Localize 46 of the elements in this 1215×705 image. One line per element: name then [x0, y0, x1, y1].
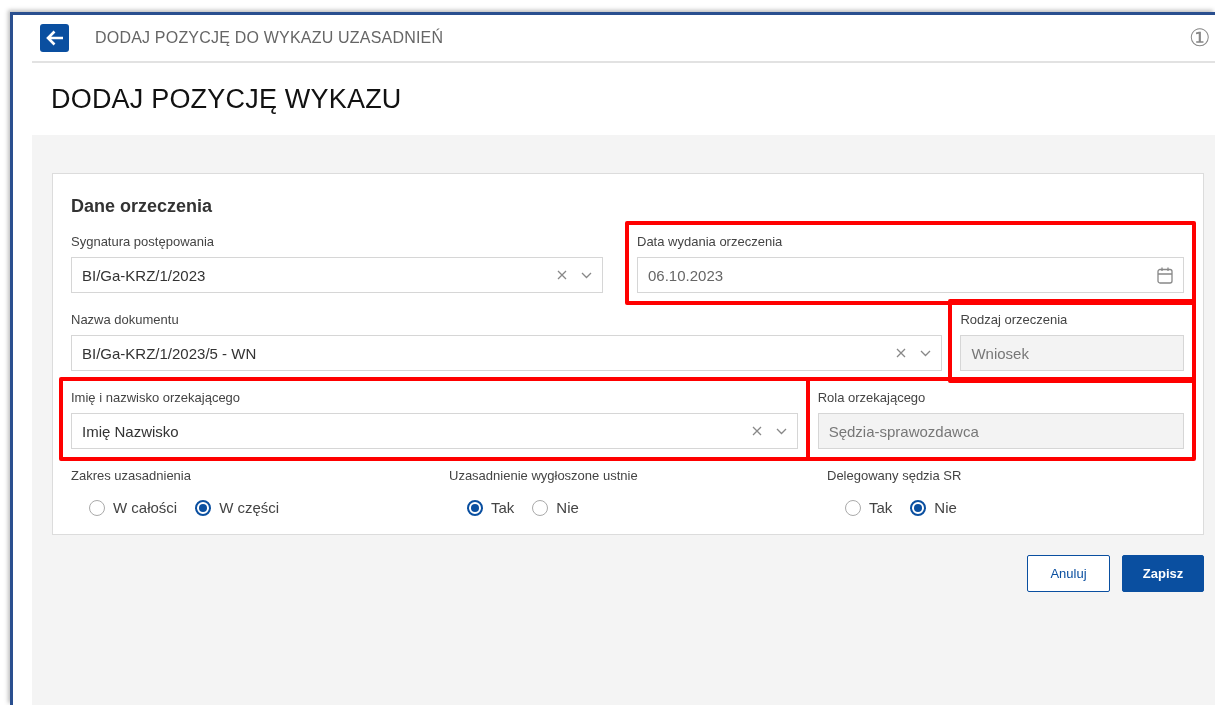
info-badge[interactable]: ①	[1189, 26, 1211, 50]
chevron-down-icon[interactable]	[920, 349, 932, 357]
arrow-left-icon	[45, 30, 64, 46]
save-button[interactable]: Zapisz	[1122, 555, 1204, 592]
select-field[interactable]: BI/Ga-KRZ/1/2023/5 - WN	[71, 335, 943, 371]
section-title: Dane orzeczenia	[71, 196, 214, 217]
radio-button[interactable]	[910, 499, 927, 516]
field-value: BI/Ga-KRZ/1/2023/5 - WN	[82, 344, 258, 362]
field-label: Nazwa dokumentu	[71, 311, 180, 329]
chevron-down-icon[interactable]	[581, 271, 592, 279]
select-field[interactable]: BI/Ga-KRZ/1/2023	[71, 257, 603, 293]
clear-icon[interactable]	[751, 426, 762, 436]
radio-label[interactable]: Tak	[491, 499, 515, 516]
field-value: BI/Ga-KRZ/1/2023	[82, 266, 207, 284]
radio-label[interactable]: Nie	[934, 499, 957, 516]
field-value: Wniosek	[971, 344, 1030, 362]
field-label: Rodzaj orzeczenia	[960, 311, 1069, 329]
radio-button[interactable]	[845, 499, 861, 516]
clear-icon[interactable]	[557, 270, 567, 280]
group-label: Uzasadnienie wygłoszone ustnie	[449, 467, 639, 485]
radio-button[interactable]	[467, 499, 483, 516]
field-value: Imię Nazwisko	[82, 422, 180, 440]
field-value: 06.10.2023	[648, 266, 725, 284]
calendar-icon[interactable]	[1157, 266, 1173, 284]
group-label: Zakres uzasadnienia	[71, 467, 192, 485]
back-button[interactable]	[40, 24, 69, 52]
clear-icon[interactable]	[896, 348, 907, 358]
field-label: Data wydania orzeczenia	[637, 233, 784, 251]
form-heading: DODAJ POZYCJĘ WYKAZU	[51, 83, 402, 115]
radio-label[interactable]: Nie	[556, 499, 579, 516]
date-field[interactable]: 06.10.2023	[637, 257, 1184, 293]
page-title: DODAJ POZYCJĘ DO WYKAZU UZASADNIEŃ	[95, 29, 445, 47]
select-field[interactable]: Imię Nazwisko	[71, 413, 798, 449]
field-label: Sygnatura postępowania	[71, 233, 216, 251]
radio-label[interactable]: W całości	[113, 499, 178, 516]
radio-button[interactable]	[195, 499, 212, 516]
field-label: Rola orzekającego	[817, 389, 927, 407]
radio-label[interactable]: W części	[219, 499, 280, 516]
field-label: Imię i nazwisko orzekającego	[71, 389, 242, 407]
radio-button[interactable]	[532, 499, 549, 516]
cancel-button[interactable]: Anuluj	[1027, 555, 1110, 592]
chevron-down-icon[interactable]	[775, 427, 787, 435]
radio-button[interactable]	[89, 499, 105, 516]
group-label: Delegowany sędzia SR	[827, 467, 963, 485]
radio-label[interactable]: Tak	[869, 499, 893, 516]
field-value: Sędzia-sprawozdawca	[828, 422, 980, 440]
